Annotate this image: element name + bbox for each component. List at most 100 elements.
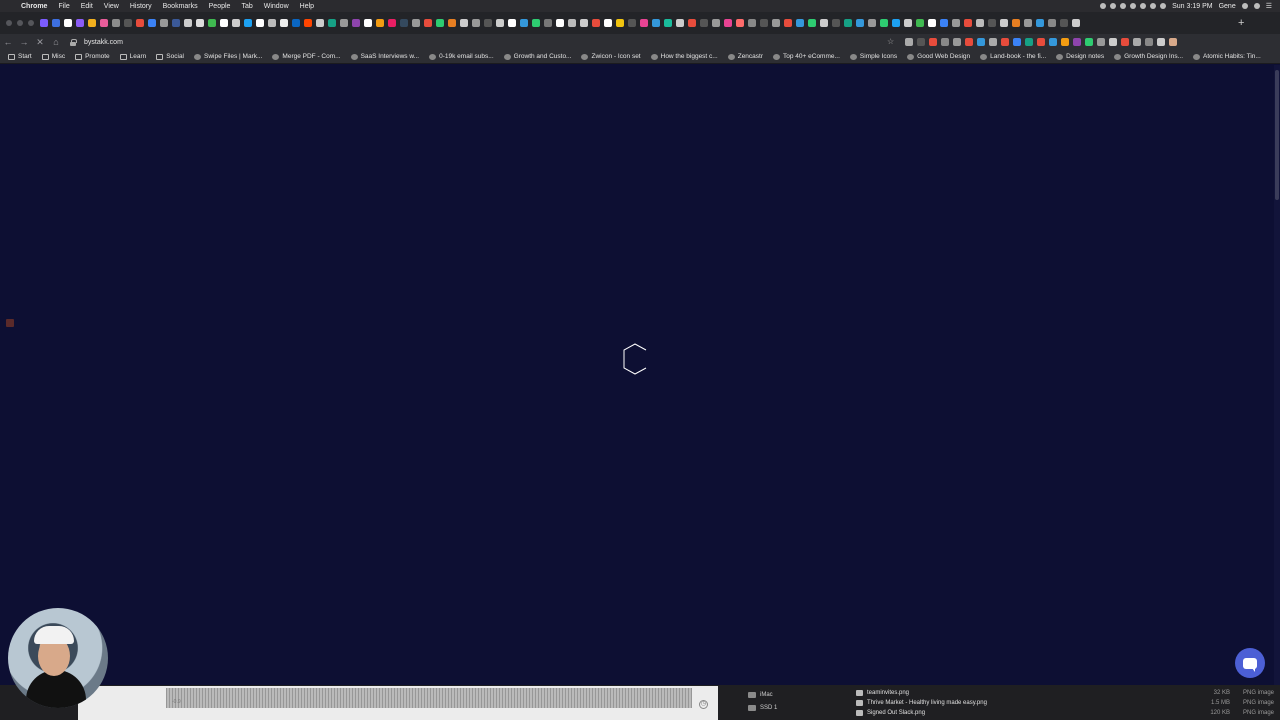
tab-favicon-icon[interactable] — [148, 19, 156, 27]
tray-icon[interactable] — [1100, 3, 1107, 9]
tab-favicon-icon[interactable] — [532, 19, 540, 27]
menu-window[interactable]: Window — [264, 3, 289, 10]
extension-icon[interactable] — [929, 38, 937, 46]
menu-file[interactable]: File — [58, 3, 69, 10]
tab-favicon-icon[interactable] — [724, 19, 732, 27]
menu-tab[interactable]: Tab — [241, 3, 252, 10]
tab-favicon-icon[interactable] — [916, 19, 924, 27]
tab-favicon-icon[interactable] — [160, 19, 168, 27]
bookmark-item[interactable]: Atomic Habits: Tin... — [1193, 53, 1261, 60]
tab-favicon-icon[interactable] — [448, 19, 456, 27]
tab-favicon-icon[interactable] — [784, 19, 792, 27]
menu-help[interactable]: Help — [300, 3, 314, 10]
tab-favicon-icon[interactable] — [64, 19, 72, 27]
close-window-button[interactable] — [6, 20, 12, 26]
tab-favicon-icon[interactable] — [760, 19, 768, 27]
tab-favicon-icon[interactable] — [316, 19, 324, 27]
extension-icon[interactable] — [1109, 38, 1117, 46]
tab-favicon-icon[interactable] — [976, 19, 984, 27]
bookmark-item[interactable]: Design notes — [1056, 53, 1104, 60]
audio-waveform[interactable] — [166, 688, 692, 708]
clock-icon[interactable]: ◷ — [699, 700, 708, 709]
tab-favicon-icon[interactable] — [304, 19, 312, 27]
zoom-window-button[interactable] — [28, 20, 34, 26]
bookmark-item[interactable]: SaaS Interviews w... — [350, 53, 419, 60]
extension-icon[interactable] — [989, 38, 997, 46]
tray-icon[interactable] — [1140, 3, 1147, 9]
bookmark-item[interactable]: Land-book - the fi... — [980, 53, 1046, 60]
tray-icon[interactable] — [1110, 3, 1117, 9]
search-icon[interactable] — [1241, 3, 1248, 9]
tab-favicon-icon[interactable] — [688, 19, 696, 27]
tab-favicon-icon[interactable] — [172, 19, 180, 27]
extension-icon[interactable] — [965, 38, 973, 46]
extension-icon[interactable] — [1061, 38, 1069, 46]
bookmark-item[interactable]: Top 40+ eComme... — [773, 53, 840, 60]
tab-favicon-icon[interactable] — [676, 19, 684, 27]
tab-favicon-icon[interactable] — [1036, 19, 1044, 27]
avatar[interactable] — [1253, 3, 1260, 9]
bookmark-item[interactable]: 0-19k email subs... — [429, 53, 494, 60]
menu-view[interactable]: View — [104, 3, 119, 10]
bookmark-item[interactable]: Learn — [119, 53, 146, 60]
address-bar[interactable]: bystakk.com — [70, 36, 900, 48]
menu-history[interactable]: History — [130, 3, 152, 10]
finder-file-row[interactable]: Signed Out Slack.png 120 KB PNG image — [856, 708, 1274, 718]
tab-favicon-icon[interactable] — [892, 19, 900, 27]
tab-favicon-icon[interactable] — [424, 19, 432, 27]
tab-favicon-icon[interactable] — [112, 19, 120, 27]
menu-edit[interactable]: Edit — [81, 3, 93, 10]
tab-favicon-icon[interactable] — [196, 19, 204, 27]
tab-favicon-icon[interactable] — [556, 19, 564, 27]
menu-people[interactable]: People — [209, 3, 231, 10]
tab-favicon-icon[interactable] — [496, 19, 504, 27]
extension-icon[interactable] — [977, 38, 985, 46]
tab-favicon-icon[interactable] — [1000, 19, 1008, 27]
tab-favicon-icon[interactable] — [244, 19, 252, 27]
tab-favicon-icon[interactable] — [736, 19, 744, 27]
tab-favicon-icon[interactable] — [352, 19, 360, 27]
bookmark-item[interactable]: Good Web Design — [907, 53, 970, 60]
tab-favicon-icon[interactable] — [328, 19, 336, 27]
extension-icon[interactable] — [1097, 38, 1105, 46]
extension-icon[interactable] — [1133, 38, 1141, 46]
finder-location[interactable]: SSD 1 — [740, 701, 850, 714]
lock-icon[interactable] — [70, 38, 77, 46]
tray-icon[interactable] — [1130, 3, 1137, 9]
bookmark-item[interactable]: Growth and Custo... — [503, 53, 571, 60]
minimize-window-button[interactable] — [17, 20, 23, 26]
bookmark-item[interactable]: Start — [8, 53, 32, 60]
extension-icon[interactable] — [1169, 38, 1177, 46]
tab-favicon-icon[interactable] — [544, 19, 552, 27]
tab-favicon-icon[interactable] — [904, 19, 912, 27]
tab-favicon-icon[interactable] — [580, 19, 588, 27]
tab-favicon-icon[interactable] — [1072, 19, 1080, 27]
tab-favicon-icon[interactable] — [820, 19, 828, 27]
tab-favicon-icon[interactable] — [952, 19, 960, 27]
tab-favicon-icon[interactable] — [628, 19, 636, 27]
forward-button[interactable]: → — [16, 37, 32, 47]
extension-icon[interactable] — [1157, 38, 1165, 46]
tab-favicon-icon[interactable] — [88, 19, 96, 27]
bookmark-item[interactable]: Promote — [75, 53, 110, 60]
tab-favicon-icon[interactable] — [1012, 19, 1020, 27]
tab-favicon-icon[interactable] — [772, 19, 780, 27]
home-button[interactable]: ⌂ — [48, 37, 64, 47]
tab-favicon-icon[interactable] — [1060, 19, 1068, 27]
extension-icon[interactable] — [1085, 38, 1093, 46]
tab-favicon-icon[interactable] — [880, 19, 888, 27]
extension-icon[interactable] — [1145, 38, 1153, 46]
tab-favicon-icon[interactable] — [832, 19, 840, 27]
address-bar-url[interactable]: bystakk.com — [84, 39, 123, 46]
extension-icon[interactable] — [1073, 38, 1081, 46]
bookmark-item[interactable]: Swipe Files | Mark... — [194, 53, 262, 60]
tab-favicon-icon[interactable] — [964, 19, 972, 27]
tab-favicon-icon[interactable] — [256, 19, 264, 27]
extension-icon[interactable] — [1013, 38, 1021, 46]
chat-launcher-button[interactable] — [1235, 648, 1265, 678]
tab-favicon-icon[interactable] — [412, 19, 420, 27]
tab-favicon-icon[interactable] — [664, 19, 672, 27]
scrollbar-thumb[interactable] — [1275, 70, 1279, 200]
tab-favicon-icon[interactable] — [640, 19, 648, 27]
tab-favicon-icon[interactable] — [940, 19, 948, 27]
